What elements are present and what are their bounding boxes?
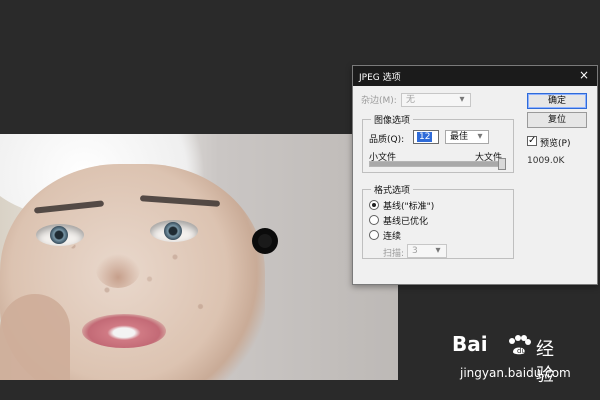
left-iris	[50, 226, 68, 244]
format-baseline-standard-label: 基线("标准")	[383, 202, 435, 212]
quality-slider-fill	[370, 162, 504, 166]
ok-button[interactable]: 确定	[527, 93, 587, 109]
preview-size: 1009.0K	[527, 156, 565, 166]
baidu-jingyan-watermark: Bai du 经验 jingyan.baidu.com	[452, 332, 592, 392]
quality-slider-thumb[interactable]	[498, 158, 506, 170]
quality-input[interactable]: 12	[413, 130, 439, 144]
preview-checkbox[interactable]	[527, 135, 537, 146]
format-baseline-optimized-label: 基线已优化	[383, 217, 429, 227]
format-options-title: 格式选项	[371, 183, 414, 196]
lips	[82, 314, 166, 348]
paw-icon: du	[509, 335, 531, 355]
left-eye	[36, 224, 84, 246]
document-canvas	[0, 134, 398, 380]
quality-preset-select[interactable]: 最佳 ▾	[445, 130, 489, 144]
right-eye	[150, 220, 198, 242]
preview-label: 预览(P)	[540, 139, 571, 149]
chevron-down-icon: ▾	[435, 245, 441, 256]
ear-gauge	[252, 228, 278, 254]
dialog-title: JPEG 选项	[359, 73, 401, 83]
close-icon[interactable]: ×	[577, 68, 591, 82]
matte-label: 杂边(M):	[361, 96, 397, 106]
chevron-down-icon: ▾	[477, 131, 483, 142]
format-baseline-standard-radio[interactable]	[369, 200, 379, 210]
jpeg-options-dialog: JPEG 选项 × 杂边(M): 无 ▾ 确定 复位 预览(P) 1009.0K…	[352, 65, 598, 285]
watermark-url: jingyan.baidu.com	[460, 366, 571, 380]
chevron-down-icon: ▾	[459, 94, 465, 105]
scans-label: 扫描:	[383, 249, 405, 259]
right-iris	[164, 222, 182, 240]
quality-value: 12	[417, 132, 433, 142]
format-progressive-label: 连续	[383, 232, 402, 242]
image-options-title: 图像选项	[371, 113, 414, 126]
scans-value: 3	[412, 246, 418, 256]
quality-slider[interactable]	[369, 158, 506, 170]
matte-value: 无	[406, 95, 416, 105]
reset-button[interactable]: 复位	[527, 112, 587, 128]
image-options-group: 图像选项 品质(Q): 12 最佳 ▾ 小文件 大文件	[362, 113, 514, 173]
dialog-titlebar: JPEG 选项 ×	[353, 66, 597, 86]
nose	[96, 252, 140, 288]
format-options-group: 格式选项 基线("标准") 基线已优化 连续 扫描: 3 ▾	[362, 183, 514, 259]
svg-text:du: du	[517, 347, 526, 355]
format-baseline-optimized-radio[interactable]	[369, 215, 379, 225]
scans-select[interactable]: 3 ▾	[407, 244, 447, 258]
quality-preset-value: 最佳	[450, 132, 469, 142]
hand	[0, 294, 70, 380]
watermark-brand-left: Bai	[452, 332, 488, 356]
matte-select[interactable]: 无 ▾	[401, 93, 471, 107]
quality-label: 品质(Q):	[369, 135, 405, 145]
format-progressive-radio[interactable]	[369, 230, 379, 240]
